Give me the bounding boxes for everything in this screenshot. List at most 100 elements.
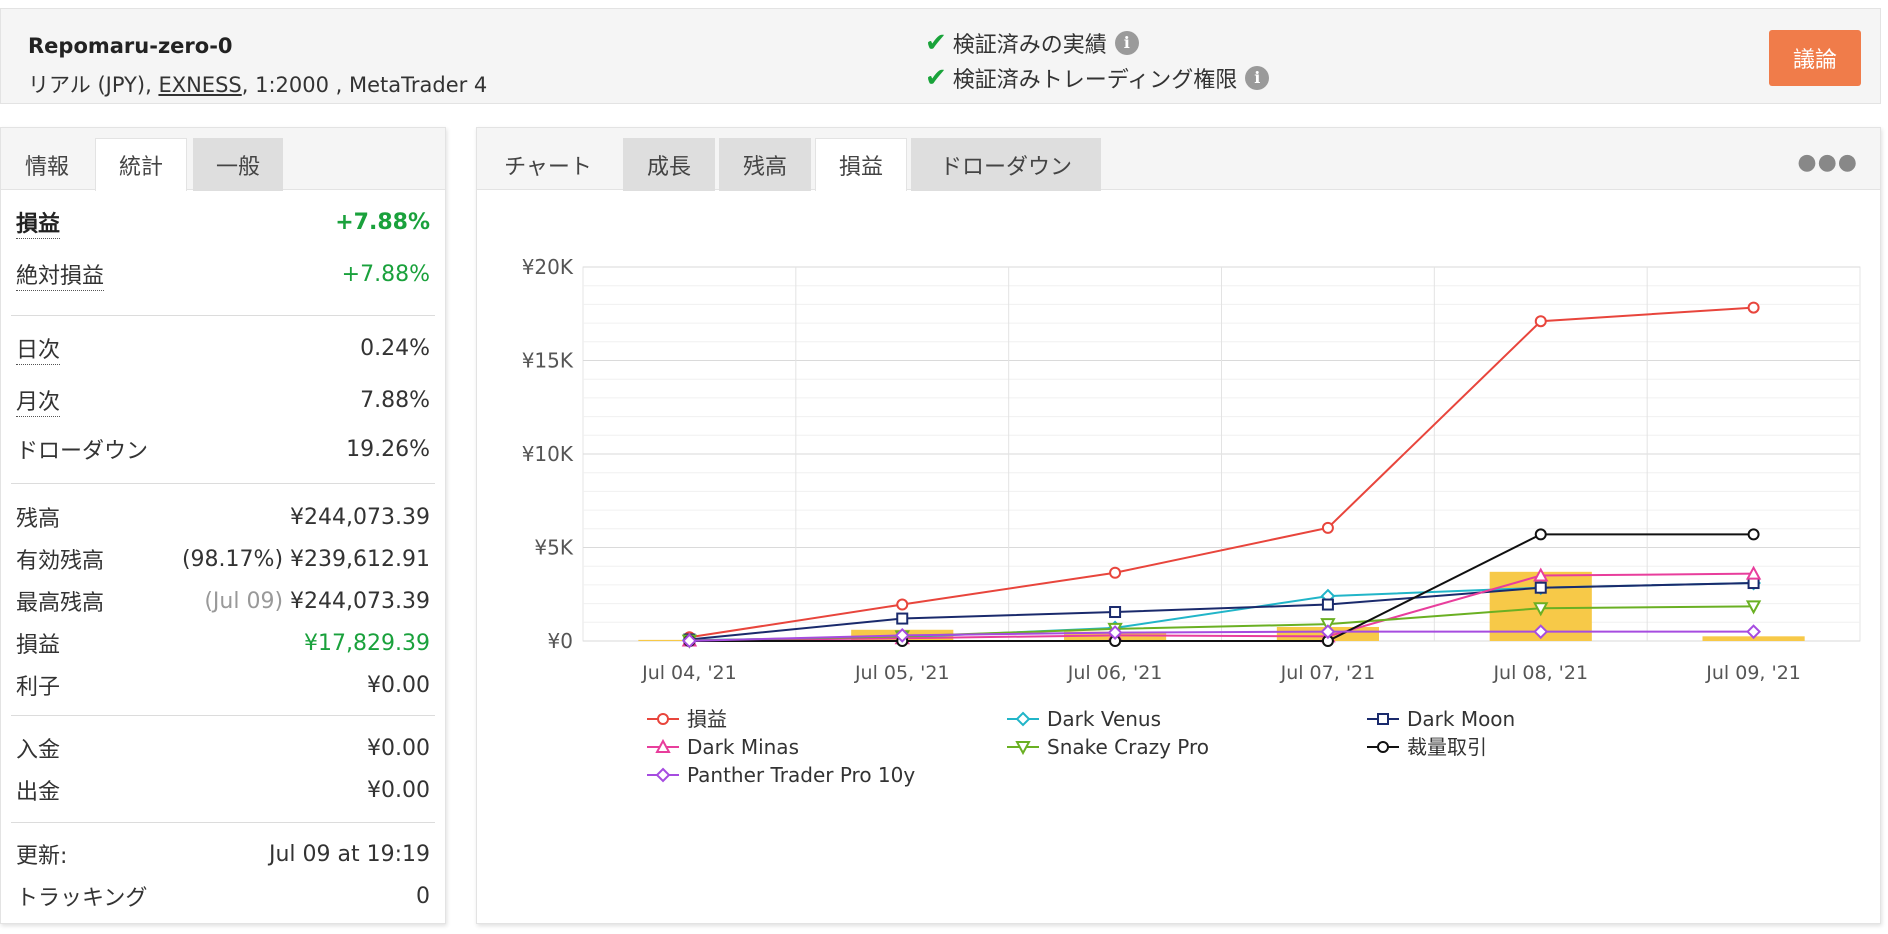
tab-chart[interactable]: チャート — [477, 138, 619, 191]
legend-marker — [1377, 713, 1389, 725]
series-point — [1109, 566, 1122, 579]
legend-marker — [1377, 741, 1389, 753]
stat-label[interactable]: 損益 — [16, 206, 61, 239]
legend-label: Dark Moon — [1407, 707, 1515, 731]
legend-marker — [655, 767, 671, 783]
stat-label[interactable]: 絶対損益 — [16, 258, 105, 291]
stat-updated: 更新: Jul 09 at 19:19 — [16, 838, 430, 870]
stat-label: 有効残高 — [16, 549, 105, 574]
stat-value: +7.88% — [341, 262, 430, 287]
profit-chart: ¥0 ¥5K ¥10K ¥15K ¥20K Jul 04, '21 Jul 05, '21… — [522, 255, 1861, 787]
stat-label: 入金 — [16, 738, 61, 763]
stat-value: 19.26% — [346, 436, 430, 462]
tab-stats[interactable]: 統計 — [95, 138, 187, 191]
legend-label: Panther Trader Pro 10y — [687, 763, 915, 787]
stat-label: 損益 — [16, 633, 61, 658]
y-tick-label: ¥0 — [548, 629, 573, 653]
tab-profit[interactable]: 損益 — [815, 138, 907, 191]
stats-panel: 情報 統計 一般 損益 +7.88% 絶対損益 +7.88% 日次 0.24% … — [0, 127, 446, 924]
legend-label: Snake Crazy Pro — [1047, 735, 1209, 759]
stat-label: トラッキング — [16, 886, 148, 911]
stat-interest: 利子 ¥0.00 — [16, 669, 430, 701]
account-name: Repomaru-zero-0 — [28, 34, 233, 58]
stat-value: 0 — [416, 883, 430, 909]
stat-drawdown: ドローダウン 19.26% — [16, 433, 430, 465]
series-point — [1534, 528, 1547, 541]
stat-abs-gain: 絶対損益 +7.88% — [16, 258, 430, 291]
stat-highest: 最高残高 (Jul 09) ¥244,073.39 — [16, 585, 430, 617]
stat-label: 出金 — [16, 780, 61, 805]
stat-label[interactable]: 月次 — [16, 384, 61, 417]
check-icon: ✔ — [925, 63, 947, 93]
legend-label: 損益 — [687, 707, 727, 731]
series-point — [1321, 598, 1334, 611]
tab-balance[interactable]: 残高 — [719, 138, 811, 191]
x-tick-label: Jul 06, '21 — [1067, 662, 1163, 684]
legend-marker — [657, 713, 669, 725]
tab-growth[interactable]: 成長 — [623, 138, 715, 191]
account-type: リアル (JPY), — [28, 73, 159, 97]
equity-amount: ¥239,612.91 — [290, 546, 430, 572]
stat-value: ¥244,073.39 — [290, 504, 430, 530]
stat-value: (Jul 09) ¥244,073.39 — [204, 589, 430, 614]
x-tick-label: Jul 05, '21 — [854, 662, 950, 684]
stat-value: +7.88% — [335, 210, 430, 235]
stat-value: 0.24% — [360, 336, 430, 361]
series-point — [1109, 606, 1122, 619]
divider — [11, 315, 435, 316]
stat-deposits: 入金 ¥0.00 — [16, 732, 430, 764]
stat-balance: 残高 ¥244,073.39 — [16, 501, 430, 533]
discuss-button[interactable]: 議論 — [1769, 30, 1861, 86]
stat-label: 更新: — [16, 844, 68, 869]
verified-trading-privileges: ✔ 検証済みトレーディング権限 i — [925, 62, 1270, 94]
legend-marker — [1015, 711, 1031, 727]
tab-drawdown[interactable]: ドローダウン — [911, 138, 1101, 191]
highest-amount: ¥244,073.39 — [290, 588, 430, 614]
series-point — [896, 612, 909, 625]
info-icon[interactable]: i — [1245, 66, 1270, 90]
y-tick-label: ¥10K — [522, 442, 574, 466]
stat-label: 利子 — [16, 675, 61, 700]
series-point — [896, 598, 909, 611]
stats-tabs: 情報 統計 一般 — [1, 128, 445, 191]
series-point — [1747, 301, 1760, 314]
stat-value: 7.88% — [360, 388, 430, 413]
series-point — [1321, 521, 1334, 534]
tab-info[interactable]: 情報 — [7, 138, 87, 191]
x-tick-label: Jul 04, '21 — [641, 662, 737, 684]
divider — [11, 822, 435, 823]
stat-daily: 日次 0.24% — [16, 332, 430, 365]
legend-label: Dark Venus — [1047, 707, 1161, 731]
stat-label: 最高残高 — [16, 591, 105, 616]
verified-track-record: ✔ 検証済みの実績 i — [925, 27, 1139, 59]
stat-profit: 損益 ¥17,829.39 — [16, 627, 430, 659]
tab-general[interactable]: 一般 — [193, 138, 283, 191]
info-icon[interactable]: i — [1114, 31, 1139, 55]
broker-link[interactable]: EXNESS — [158, 73, 241, 97]
divider — [11, 715, 435, 716]
stat-monthly: 月次 7.88% — [16, 384, 430, 417]
series-point — [1534, 315, 1547, 328]
highest-date: (Jul 09) — [204, 588, 284, 614]
stat-equity: 有効残高 (98.17%) ¥239,612.91 — [16, 543, 430, 575]
chart-legend: 損益 Dark Venus Dark Moon Dark Minas Snake Cra… — [647, 707, 1515, 787]
stat-value: (98.17%) ¥239,612.91 — [182, 547, 430, 572]
verified-track-label: 検証済みの実績 — [952, 33, 1107, 58]
x-tick-label: Jul 09, '21 — [1705, 662, 1801, 684]
stat-value: ¥17,829.39 — [304, 630, 430, 656]
y-tick-label: ¥20K — [522, 255, 574, 279]
stat-withdrawals: 出金 ¥0.00 — [16, 774, 430, 806]
series-point — [1747, 528, 1760, 541]
account-header: Repomaru-zero-0 リアル (JPY), EXNESS, 1:200… — [0, 8, 1881, 104]
legend-label: Dark Minas — [687, 735, 799, 759]
chart-panel: チャート 成長 残高 損益 ドローダウン ●●● ¥0 ¥5K ¥10K ¥15K ¥2… — [476, 127, 1881, 924]
stat-label: ドローダウン — [16, 439, 149, 464]
series-point — [1534, 581, 1547, 594]
stat-value: Jul 09 at 19:19 — [268, 841, 430, 867]
check-icon: ✔ — [925, 28, 947, 58]
divider — [11, 483, 435, 484]
more-dots-icon[interactable]: ●●● — [1797, 150, 1858, 175]
account-info: リアル (JPY), EXNESS, 1:2000 , MetaTrader 4 — [28, 69, 487, 99]
stat-label[interactable]: 日次 — [16, 332, 61, 365]
stat-gain: 損益 +7.88% — [16, 206, 430, 239]
